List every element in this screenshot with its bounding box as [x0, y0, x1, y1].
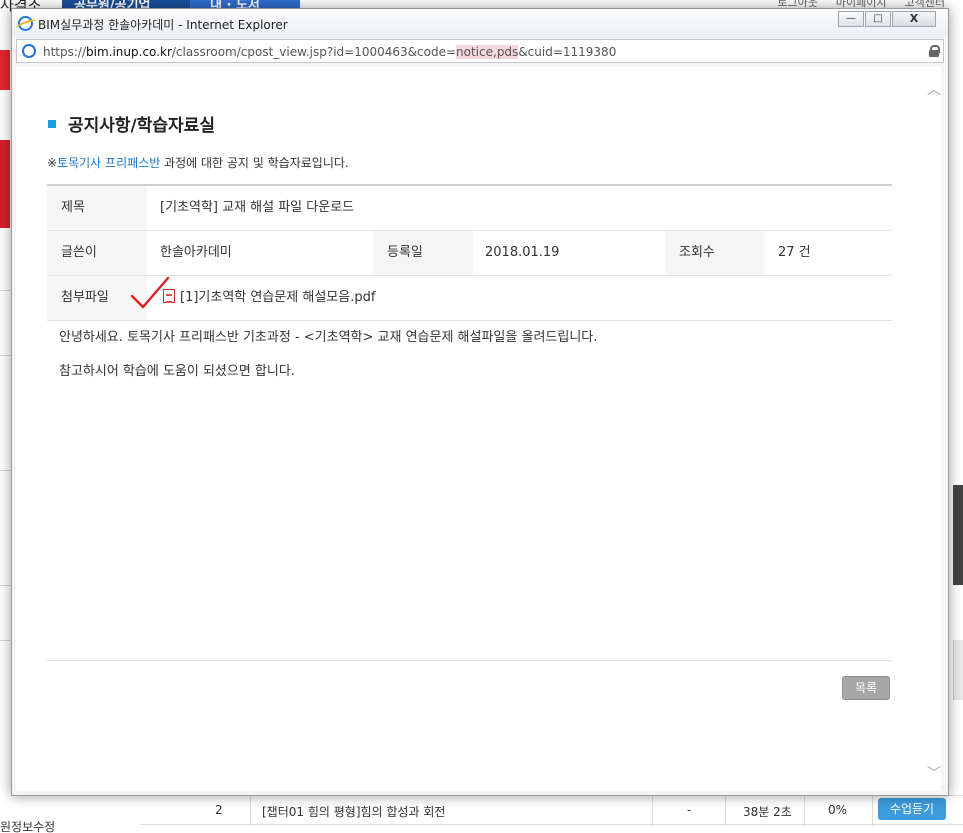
bg-side-panel: [953, 640, 963, 700]
divider: [47, 660, 892, 661]
scroll-down-icon[interactable]: ﹀: [927, 767, 941, 781]
browser-popup-window: BIM실무과정 한솔아카데미 - Internet Explorer — □ X…: [11, 8, 949, 796]
views-label: 조회수: [665, 231, 765, 275]
section-header: 공지사항/학습자료실: [48, 111, 215, 136]
window-titlebar[interactable]: BIM실무과정 한솔아카데미 - Internet Explorer — □ X: [12, 9, 948, 37]
info-row: 글쓴이 한솔아카데미 등록일 2018.01.19 조회수 27 건: [47, 231, 892, 276]
divider: [872, 796, 873, 826]
minimize-button[interactable]: —: [838, 11, 864, 27]
bg-red-bar: [0, 140, 10, 228]
table-row: 2 [챕터01 힘의 평형]힘의 합성과 회전 - 38분 2초 0%: [140, 795, 963, 826]
row-number: 2: [215, 803, 223, 817]
close-button[interactable]: X: [892, 11, 936, 27]
square-bullet-icon: [48, 119, 56, 128]
lecture-title[interactable]: [챕터01 힘의 평형]힘의 합성과 회전: [262, 803, 445, 820]
divider: [804, 796, 805, 826]
scroll-up-icon[interactable]: ︿: [927, 83, 941, 97]
bg-divider: [0, 585, 10, 586]
window-title: BIM실무과정 한솔아카데미 - Internet Explorer: [38, 18, 288, 32]
list-button[interactable]: 목록: [842, 676, 890, 700]
url-scheme: https://: [43, 45, 87, 59]
description-text: 과정에 대한 공지 및 학습자료입니다.: [160, 156, 349, 170]
watch-lecture-button[interactable]: 수업듣기: [878, 798, 946, 820]
lecture-progress: 0%: [828, 803, 848, 817]
bg-divider: [0, 470, 10, 471]
url-text[interactable]: https://bim.inup.co.kr/classroom/cpost_v…: [43, 45, 616, 59]
url-suffix: &cuid=1119380: [518, 45, 617, 59]
address-bar[interactable]: https://bim.inup.co.kr/classroom/cpost_v…: [16, 39, 944, 63]
page-title: 공지사항/학습자료실: [68, 116, 215, 136]
vertical-scrollbar[interactable]: ︿ ﹀: [924, 67, 941, 791]
internet-explorer-icon: [18, 16, 33, 31]
maximize-button[interactable]: □: [865, 11, 891, 27]
attachment-filename[interactable]: [1]기초역학 연습문제 해설모음.pdf: [180, 290, 375, 305]
post-date: 2018.01.19: [485, 245, 560, 260]
site-ie-icon: [22, 44, 36, 58]
pdf-file-icon: [163, 289, 175, 303]
post-writer: 한솔아카데미: [160, 245, 232, 260]
writer-label: 글쓴이: [47, 231, 147, 275]
divider: [250, 796, 251, 826]
url-highlight: notice,pds: [456, 45, 519, 59]
body-paragraph: 참고하시어 학습에 도움이 되셨으면 합니다.: [59, 364, 295, 379]
url-host: bim.inup.co.kr: [86, 45, 172, 59]
date-label: 등록일: [373, 231, 473, 275]
lecture-duration: 38분 2초: [743, 805, 792, 819]
post-body: 안녕하세요. 토목기사 프리패스반 기초과정 - <기초역학> 교재 연습문제 …: [59, 331, 597, 399]
reference-mark: ※: [47, 156, 58, 170]
bg-divider: [0, 355, 10, 356]
divider: [725, 796, 726, 826]
page-content: 공지사항/학습자료실 ※토목기사 프리패스반 과정에 대한 공지 및 학습자료입…: [16, 67, 941, 791]
lock-icon[interactable]: [929, 45, 940, 57]
bg-red-bar: [0, 50, 10, 90]
body-paragraph: 안녕하세요. 토목기사 프리패스반 기초과정 - <기초역학> 교재 연습문제 …: [59, 330, 598, 345]
attachment-row: 첨부파일 [1]기초역학 연습문제 해설모음.pdf: [47, 276, 892, 321]
attachment-link[interactable]: [1]기초역학 연습문제 해설모음.pdf: [163, 276, 375, 320]
bg-divider: [0, 290, 10, 291]
post-views: 27 건: [778, 245, 811, 260]
post-subject: [기초역학] 교재 해설 파일 다운로드: [160, 200, 355, 215]
bg-divider: [0, 640, 10, 641]
board-description: ※토목기사 프리패스반 과정에 대한 공지 및 학습자료입니다.: [47, 154, 349, 171]
subject-row: 제목 [기초역학] 교재 해설 파일 다운로드: [47, 186, 892, 231]
course-name: 토목기사 프리패스반: [57, 156, 161, 170]
divider: [652, 796, 653, 826]
subject-label: 제목: [47, 186, 147, 230]
row-dash: -: [687, 803, 692, 817]
post-detail-table: 제목 [기초역학] 교재 해설 파일 다운로드 글쓴이 한솔아카데미 등록일 2…: [47, 184, 892, 321]
bg-side-panel: [953, 485, 963, 585]
url-path: /classroom/cpost_view.jsp?id=1000463&cod…: [171, 45, 457, 59]
bg-bottom-left-text[interactable]: 원정보수정: [0, 818, 55, 833]
